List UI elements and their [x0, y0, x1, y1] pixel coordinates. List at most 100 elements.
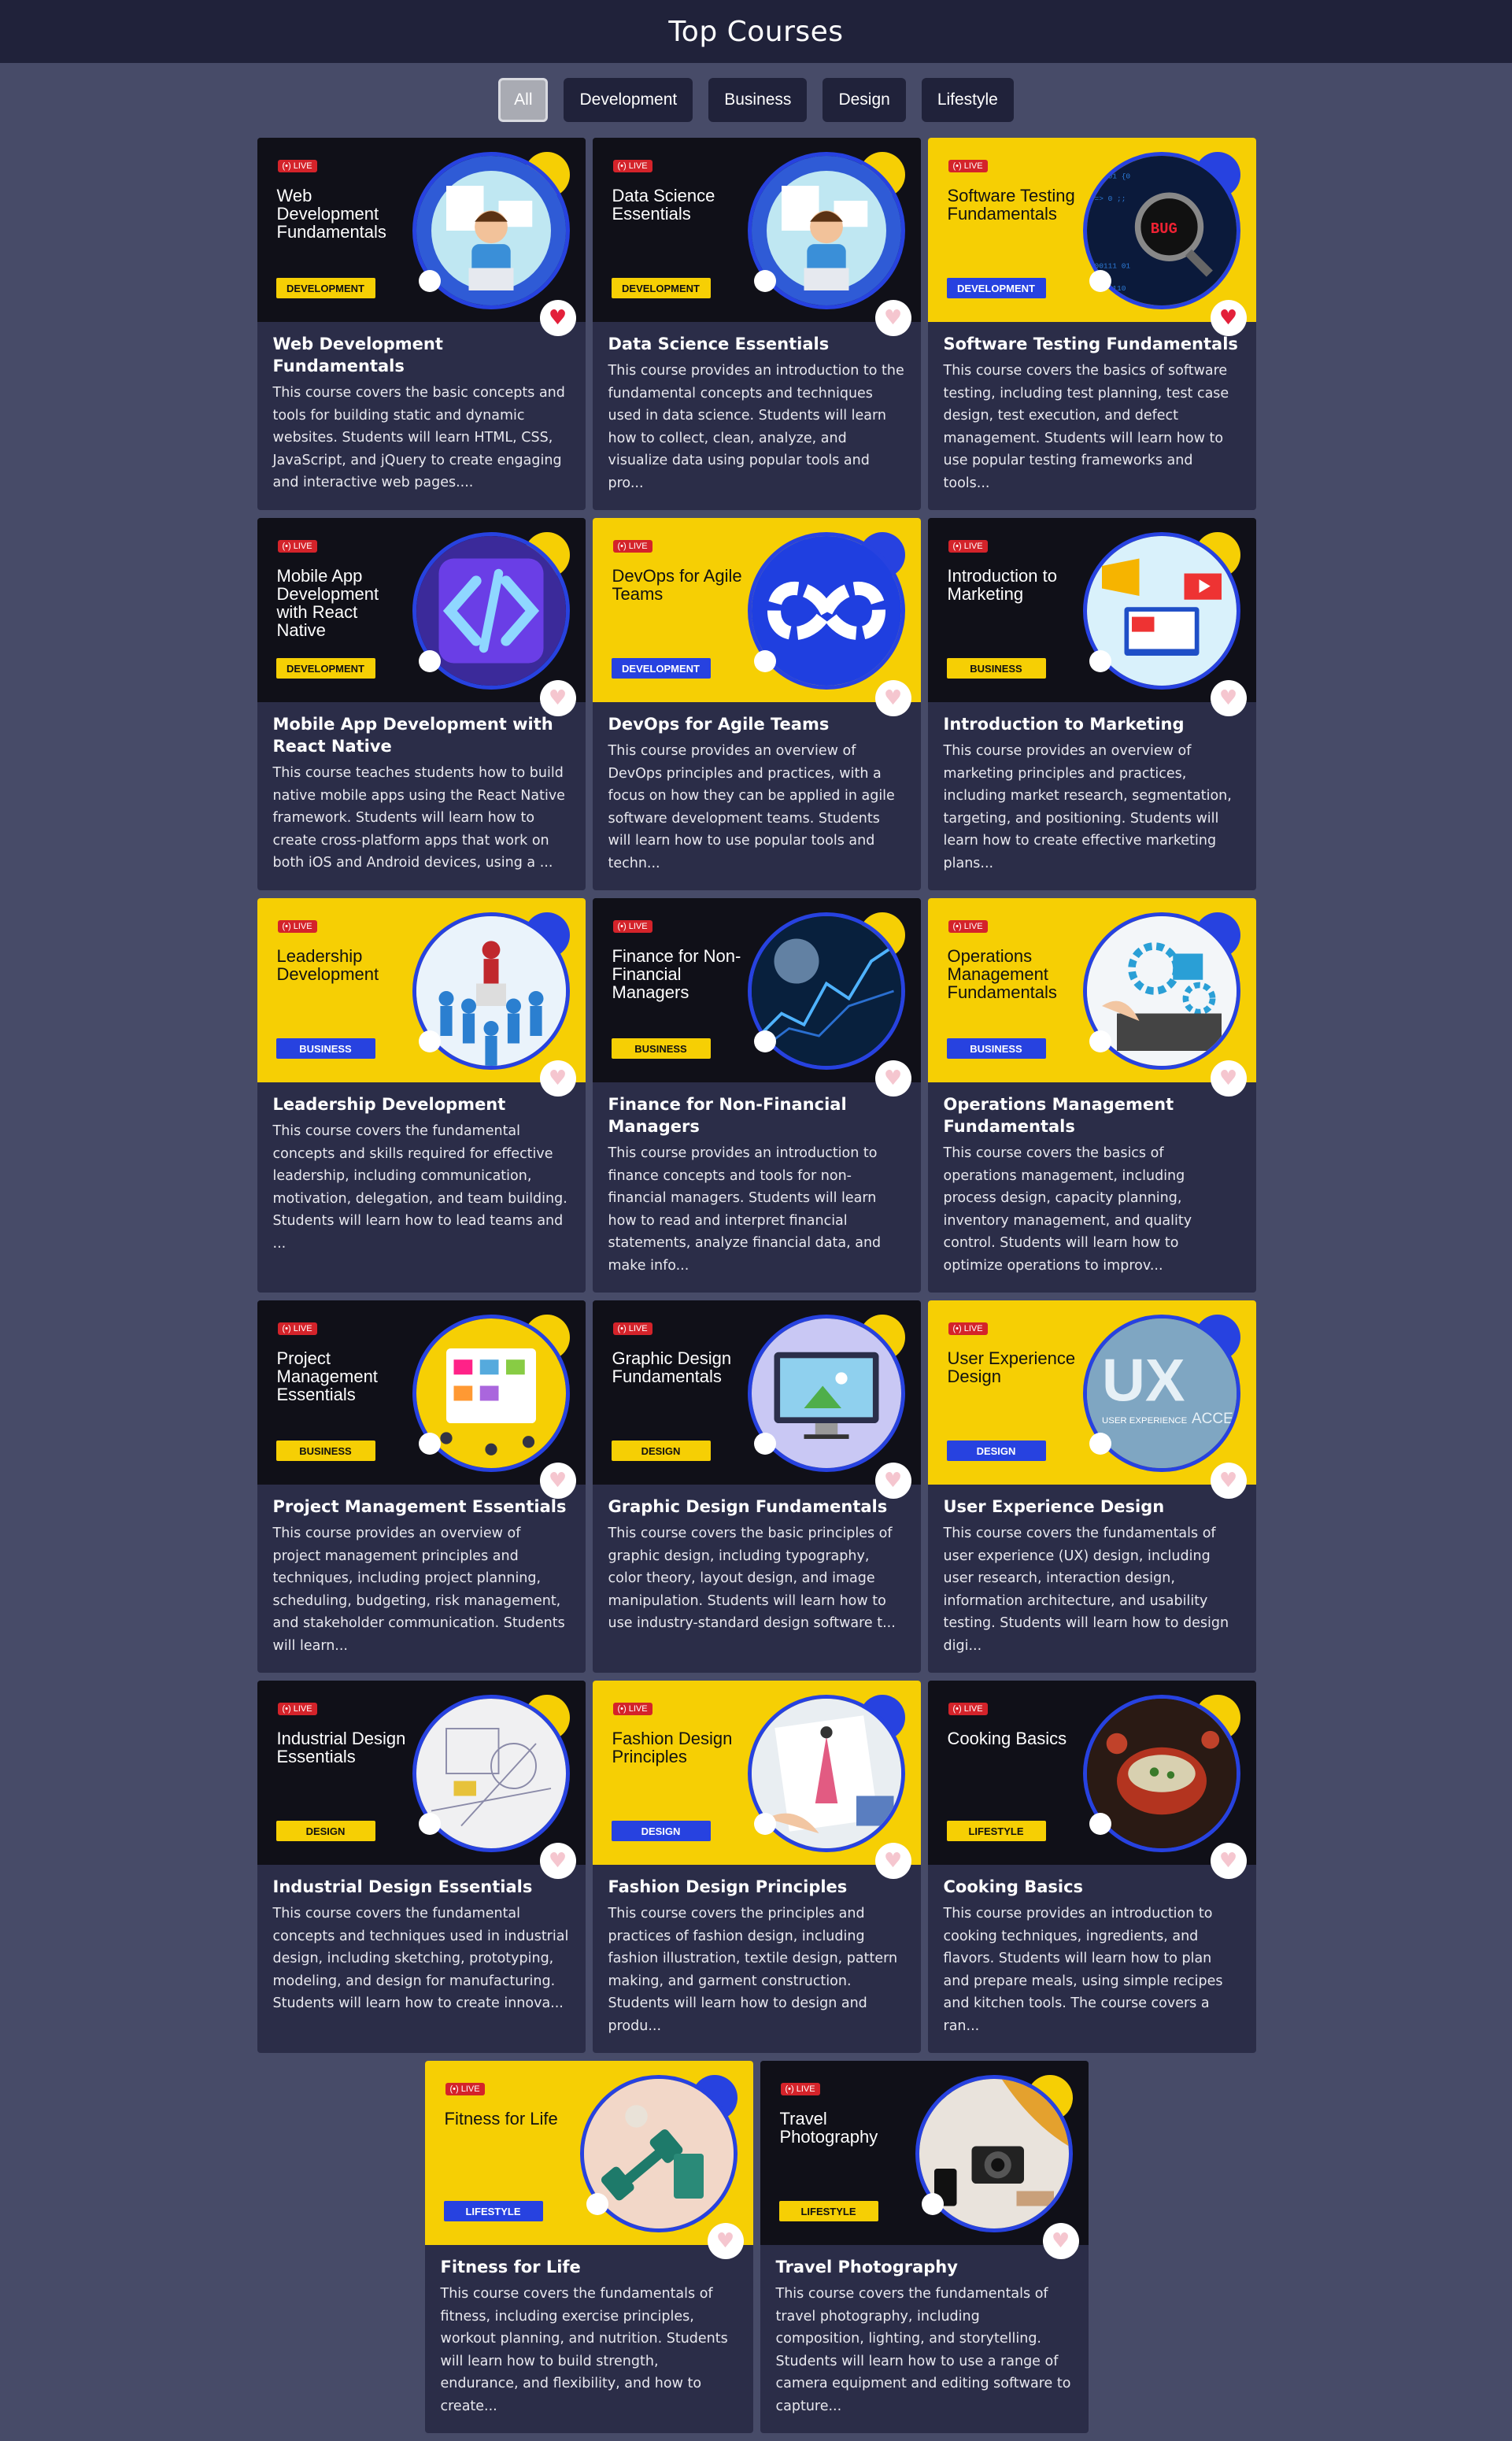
banner-title: Software Testing Fundamentals — [947, 186, 1075, 224]
decor-dot-white — [753, 1813, 776, 1835]
course-body: Operations Management Fundamentals This c… — [928, 1082, 1256, 1293]
favorite-heart-icon[interactable]: ♥ — [539, 1060, 576, 1097]
favorite-heart-icon[interactable]: ♥ — [1210, 300, 1247, 336]
filter-development-button[interactable]: Development — [564, 78, 693, 122]
category-badge: BUSINESS — [946, 658, 1046, 679]
favorite-heart-icon[interactable]: ♥ — [874, 300, 911, 336]
course-banner: (•) LIVE Operations Management Fundamenta… — [927, 898, 1256, 1082]
category-badge: LIFESTYLE — [443, 2201, 543, 2221]
favorite-heart-icon[interactable]: ♥ — [874, 1060, 911, 1097]
filter-all-button[interactable]: All — [498, 78, 549, 122]
course-banner: (•) LIVE Fashion Design Principles DESIGN — [592, 1681, 921, 1865]
course-description: This course covers the fundamentals of t… — [775, 2286, 1071, 2414]
favorite-heart-icon[interactable]: ♥ — [539, 1463, 576, 1499]
favorite-heart-icon[interactable]: ♥ — [539, 1843, 576, 1879]
decor-dot-white — [1089, 1433, 1111, 1455]
category-filters: All Development Business Design Lifestyl… — [0, 78, 1512, 122]
course-card[interactable]: (•) LIVE Fitness for Life LIFESTYLE ♥ Fitnes… — [424, 2061, 753, 2433]
course-title: Project Management Essentials — [272, 1497, 567, 1516]
category-badge: DEVELOPMENT — [275, 278, 375, 298]
course-card[interactable]: (•) LIVE DevOps for Agile Teams DEVELOPMEN… — [592, 518, 921, 890]
course-title: Industrial Design Essentials — [272, 1877, 533, 1896]
live-badge: (•) LIVE — [277, 540, 317, 553]
course-card[interactable]: (•) LIVE Operations Management Fundamenta… — [927, 898, 1256, 1293]
banner-title: User Experience Design — [947, 1348, 1076, 1386]
course-description: This course provides an overview of proj… — [272, 1526, 565, 1654]
course-row: (•) LIVE Leadership Development BUSINESS ♥ L… — [257, 898, 1256, 1293]
course-title: Travel Photography — [775, 2258, 958, 2276]
course-body: Mobile App Development with React Native… — [257, 702, 586, 890]
banner-title: Fashion Design Principles — [612, 1729, 733, 1766]
course-body: User Experience Design This course covers… — [928, 1485, 1256, 1673]
course-card[interactable]: (•) LIVE Data Science Essentials DEVELOPME… — [592, 138, 921, 510]
decor-dot-white — [418, 650, 441, 672]
course-card[interactable]: (•) LIVE Finance for Non-Financial Manage… — [592, 898, 921, 1293]
category-badge: DEVELOPMENT — [275, 658, 375, 679]
favorite-heart-icon[interactable]: ♥ — [1042, 2223, 1079, 2259]
favorite-heart-icon[interactable]: ♥ — [1210, 1060, 1247, 1097]
course-title: Mobile App Development with React Native — [272, 715, 553, 756]
category-badge: DESIGN — [275, 1821, 375, 1841]
live-badge: (•) LIVE — [612, 540, 652, 553]
category-badge: BUSINESS — [275, 1441, 375, 1461]
favorite-heart-icon[interactable]: ♥ — [539, 680, 576, 716]
course-banner: (•) LIVE Mobile App Development with Reac… — [257, 518, 586, 702]
course-body: Fitness for Life This course covers the f… — [425, 2245, 753, 2433]
favorite-heart-icon[interactable]: ♥ — [1210, 1463, 1247, 1499]
filter-business-button[interactable]: Business — [708, 78, 808, 122]
course-body: Introduction to Marketing This course pro… — [928, 702, 1256, 890]
course-title: Cooking Basics — [943, 1877, 1084, 1896]
course-description: This course covers the principles and pr… — [608, 1906, 898, 2034]
banner-title: Graphic Design Fundamentals — [612, 1348, 732, 1386]
course-card[interactable]: (•) LIVE Introduction to Marketing BUSINES… — [927, 518, 1256, 890]
course-description: This course covers the basics of operati… — [943, 1145, 1192, 1274]
course-card[interactable]: 01101 {0 => 0 ;; 00111 01 </> 110 BUG (•) LIV… — [927, 138, 1256, 510]
svg-text:UX: UX — [1102, 1348, 1185, 1415]
favorite-heart-icon[interactable]: ♥ — [539, 300, 576, 336]
course-title: Data Science Essentials — [608, 335, 830, 353]
live-badge: (•) LIVE — [948, 540, 988, 553]
course-card[interactable]: (•) LIVE Project Management Essentials BUS… — [257, 1300, 586, 1673]
page-header: Top Courses — [0, 0, 1512, 63]
favorite-heart-icon[interactable]: ♥ — [874, 1843, 911, 1879]
decor-dot-white — [753, 270, 776, 292]
course-description: This course covers the fundamental conce… — [272, 1906, 569, 2011]
course-card[interactable]: (•) LIVE Industrial Design Essentials DESI… — [257, 1681, 586, 2053]
page-title: Top Courses — [668, 15, 844, 48]
course-body: Industrial Design Essentials This course … — [257, 1865, 586, 2031]
decor-dot-white — [418, 1813, 441, 1835]
favorite-heart-icon[interactable]: ♥ — [874, 1463, 911, 1499]
banner-title: Fitness for Life — [444, 2109, 558, 2128]
decor-dot-white — [1089, 270, 1111, 292]
banner-title: Industrial Design Essentials — [276, 1729, 406, 1766]
favorite-heart-icon[interactable]: ♥ — [707, 2223, 744, 2259]
course-title: Operations Management Fundamentals — [943, 1095, 1174, 1136]
course-card[interactable]: (•) LIVE Cooking Basics LIFESTYLE ♥ Cooking … — [927, 1681, 1256, 2053]
filter-design-button[interactable]: Design — [823, 78, 906, 122]
course-banner: (•) LIVE Finance for Non-Financial Manage… — [592, 898, 921, 1082]
course-description: This course teaches students how to buil… — [272, 765, 565, 871]
course-body: Travel Photography This course covers the… — [760, 2245, 1089, 2433]
favorite-heart-icon[interactable]: ♥ — [1210, 1843, 1247, 1879]
banner-title: Cooking Basics — [947, 1729, 1067, 1748]
course-grid: (•) LIVE Web Development Fundamentals DEVE… — [257, 138, 1256, 2441]
course-description: This course provides an introduction to … — [943, 1906, 1223, 2034]
live-badge: (•) LIVE — [948, 160, 988, 172]
course-card[interactable]: UX USER EXPERIENCE ACCE (•) LIVE User Experi… — [927, 1300, 1256, 1673]
favorite-heart-icon[interactable]: ♥ — [874, 680, 911, 716]
course-card[interactable]: (•) LIVE Leadership Development BUSINESS ♥ L… — [257, 898, 586, 1293]
filter-lifestyle-button[interactable]: Lifestyle — [921, 78, 1014, 122]
decor-dot-white — [753, 1433, 776, 1455]
course-banner: (•) LIVE Fitness for Life LIFESTYLE — [424, 2061, 753, 2245]
favorite-heart-icon[interactable]: ♥ — [1210, 680, 1247, 716]
course-card[interactable]: (•) LIVE Mobile App Development with Reac… — [257, 518, 586, 890]
course-card[interactable]: (•) LIVE Web Development Fundamentals DEVE… — [257, 138, 586, 510]
course-body: Data Science Essentials This course provi… — [593, 322, 921, 510]
course-body: Graphic Design Fundamentals This course c… — [593, 1485, 921, 1651]
course-banner: (•) LIVE Leadership Development BUSINESS — [257, 898, 586, 1082]
course-card[interactable]: (•) LIVE Fashion Design Principles DESIGN ♥… — [592, 1681, 921, 2053]
live-badge: (•) LIVE — [277, 160, 317, 172]
course-card[interactable]: (•) LIVE Travel Photography LIFESTYLE ♥ Trav… — [760, 2061, 1089, 2433]
decor-dot-white — [1089, 1813, 1111, 1835]
course-card[interactable]: (•) LIVE Graphic Design Fundamentals DESIG… — [592, 1300, 921, 1673]
